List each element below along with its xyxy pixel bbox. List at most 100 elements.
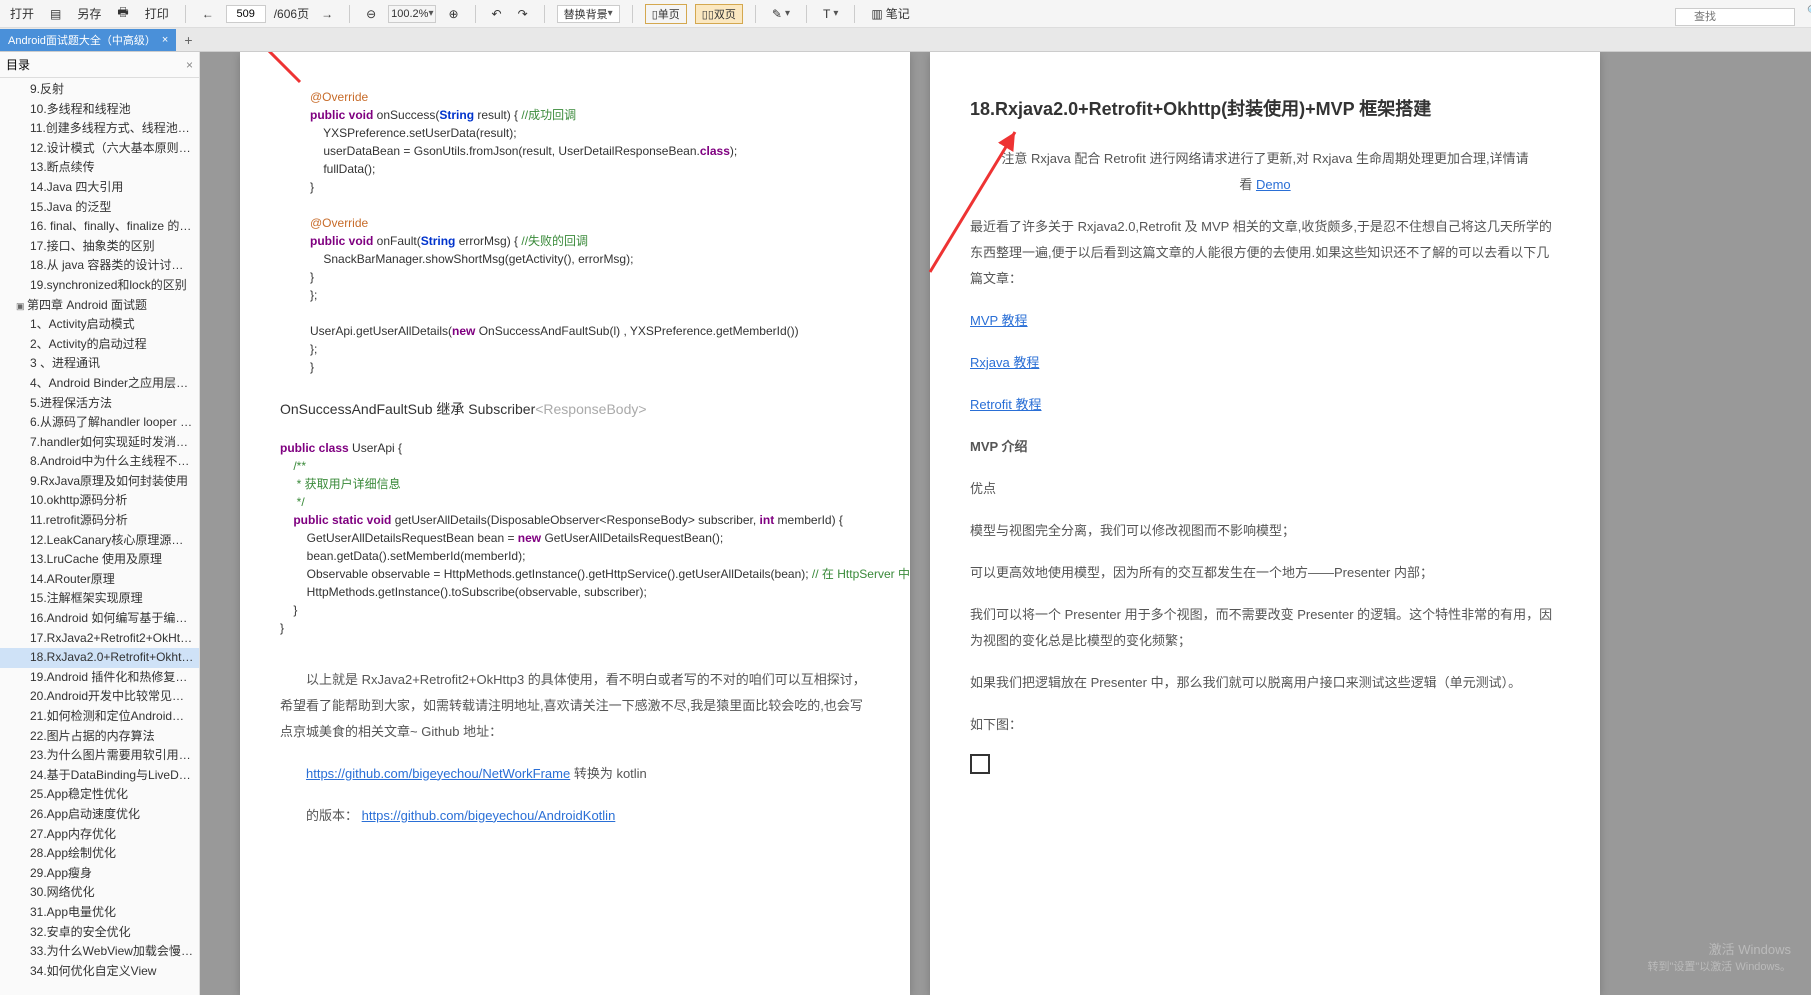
tail-text-2: 的版本： — [306, 808, 358, 823]
open-button[interactable]: 打开 — [6, 3, 38, 24]
toc-item[interactable]: 10.多线程和线程池 — [0, 100, 199, 120]
search-input[interactable] — [1675, 8, 1795, 26]
toc-item[interactable]: 第四章 Android 面试题 — [0, 296, 199, 316]
main-area: 目录 × 9.反射10.多线程和线程池11.创建多线程方式、线程池工作原12.设… — [0, 52, 1811, 995]
toc-item[interactable]: 22.图片占据的内存算法 — [0, 727, 199, 747]
print-button[interactable]: 打印 — [141, 3, 173, 24]
toc-item[interactable]: 31.App电量优化 — [0, 903, 199, 923]
toc-item[interactable]: 30.网络优化 — [0, 883, 199, 903]
mvp-tutorial-link[interactable]: MVP 教程 — [970, 313, 1028, 328]
tab-title: Android面试题大全（中高级） — [8, 32, 156, 48]
toc-item[interactable]: 11.retrofit源码分析 — [0, 511, 199, 531]
toc-item[interactable]: 2、Activity的启动过程 — [0, 335, 199, 355]
advantage-4: 如果我们把逻辑放在 Presenter 中，那么我们就可以脱离用户接口来测试这些… — [970, 670, 1560, 696]
code-block-2: public class UserApi { /** * 获取用户详细信息 */… — [280, 439, 870, 637]
toc-item[interactable]: 3 、进程通讯 — [0, 354, 199, 374]
figure-caption: 如下图： — [970, 712, 1560, 738]
zoom-out-button[interactable]: ⊖ — [362, 5, 380, 23]
toc-item[interactable]: 14.Java 四大引用 — [0, 178, 199, 198]
zoom-in-button[interactable]: ⊕ — [444, 5, 462, 23]
tail-text-1: 转换为 kotlin — [570, 766, 647, 781]
github-link-1[interactable]: https://github.com/bigeyechou/NetWorkFra… — [306, 766, 570, 781]
toc-close-button[interactable]: × — [186, 58, 193, 72]
toc-item[interactable]: 21.如何检测和定位Android内存泄 — [0, 707, 199, 727]
toc-item[interactable]: 4、Android Binder之应用层总结 — [0, 374, 199, 394]
toc-item[interactable]: 24.基于DataBinding与LiveData的 — [0, 766, 199, 786]
toc-item[interactable]: 20.Android开发中比较常见的内存 — [0, 687, 199, 707]
toc-item[interactable]: 8.Android中为什么主线程不会因为 — [0, 452, 199, 472]
toc-item[interactable]: 1、Activity启动模式 — [0, 315, 199, 335]
saveas-button[interactable]: 另存 — [73, 3, 105, 24]
background-select[interactable]: 替换背景 ▾ — [557, 5, 620, 23]
toc-item[interactable]: 12.LeakCanary核心原理源码浅析 — [0, 531, 199, 551]
toc-item[interactable]: 17.接口、抽象类的区别 — [0, 237, 199, 257]
main-toolbar: 打开 ▤ 另存 🖶 打印 ← /606页 → ⊖ 100.2% ▾ ⊕ ↶ ↷ … — [0, 0, 1811, 28]
toc-item[interactable]: 17.RxJava2+Retrofit2+OkHttp3 — [0, 629, 199, 649]
note-button[interactable]: ▥ 笔记 — [867, 3, 913, 24]
toc-item[interactable]: 10.okhttp源码分析 — [0, 491, 199, 511]
page-viewport[interactable]: @Overridepublic void onSuccess(String re… — [200, 52, 1811, 995]
tab-close-button[interactable]: × — [162, 34, 168, 46]
toc-item[interactable]: 19.synchronized和lock的区别 — [0, 276, 199, 296]
page-left: @Overridepublic void onSuccess(String re… — [240, 52, 910, 995]
toc-item[interactable]: 13.LruCache 使用及原理 — [0, 550, 199, 570]
toc-list: 9.反射10.多线程和线程池11.创建多线程方式、线程池工作原12.设计模式（六… — [0, 78, 199, 983]
document-tab[interactable]: Android面试题大全（中高级） × — [0, 29, 176, 51]
retrofit-tutorial-link[interactable]: Retrofit 教程 — [970, 397, 1042, 412]
rotate-right-button[interactable]: ↷ — [514, 5, 532, 23]
toc-item[interactable]: 25.App稳定性优化 — [0, 785, 199, 805]
toc-item[interactable]: 29.App瘦身 — [0, 864, 199, 884]
next-page-button[interactable]: → — [317, 5, 337, 23]
page-right: 18.Rxjava2.0+Retrofit+Okhttp(封装使用)+MVP 框… — [930, 52, 1600, 995]
zoom-select[interactable]: 100.2% ▾ — [388, 5, 436, 23]
rxjava-tutorial-link[interactable]: Rxjava 教程 — [970, 355, 1039, 370]
toc-item[interactable]: 26.App启动速度优化 — [0, 805, 199, 825]
toc-sidebar: 目录 × 9.反射10.多线程和线程池11.创建多线程方式、线程池工作原12.设… — [0, 52, 200, 995]
prev-page-button[interactable]: ← — [198, 5, 218, 23]
toc-item[interactable]: 33.为什么WebView加载会慢呢？ — [0, 942, 199, 962]
toc-title: 目录 — [6, 56, 30, 73]
print-icon[interactable]: 🖶 — [113, 1, 132, 26]
toc-item[interactable]: 15.Java 的泛型 — [0, 198, 199, 218]
toc-item[interactable]: 16. final、finally、finalize 的区别 — [0, 217, 199, 237]
toc-item[interactable]: 11.创建多线程方式、线程池工作原 — [0, 119, 199, 139]
figure-placeholder — [970, 754, 990, 774]
toc-item[interactable]: 9.RxJava原理及如何封装使用 — [0, 472, 199, 492]
toc-item[interactable]: 9.反射 — [0, 80, 199, 100]
toc-item[interactable]: 27.App内存优化 — [0, 825, 199, 845]
subtitle-generic: <ResponseBody> — [535, 401, 646, 417]
toc-item[interactable]: 13.断点续传 — [0, 158, 199, 178]
page-number-input[interactable] — [226, 5, 266, 23]
rotate-left-button[interactable]: ↶ — [488, 5, 506, 23]
github-link-2[interactable]: https://github.com/bigeyechou/AndroidKot… — [362, 808, 616, 823]
toc-item[interactable]: 19.Android 插件化和热修复知识 — [0, 668, 199, 688]
toc-toggle-icon[interactable]: ▤ — [46, 5, 65, 23]
advantages-heading: 优点 — [970, 476, 1560, 502]
single-page-button[interactable]: ▯单页 — [645, 4, 687, 24]
toc-item[interactable]: 6.从源码了解handler looper ,me — [0, 413, 199, 433]
tab-bar: Android面试题大全（中高级） × + — [0, 28, 1811, 52]
text-tool[interactable]: T ▾ — [819, 5, 842, 23]
toc-item[interactable]: 23.为什么图片需要用软引用，MV — [0, 746, 199, 766]
advantage-3: 我们可以将一个 Presenter 用于多个视图，而不需要改变 Presente… — [970, 602, 1560, 654]
toc-item[interactable]: 32.安卓的安全优化 — [0, 923, 199, 943]
toc-item[interactable]: 16.Android 如何编写基于编译时 — [0, 609, 199, 629]
section-heading: 18.Rxjava2.0+Retrofit+Okhttp(封装使用)+MVP 框… — [970, 92, 1560, 126]
toc-item[interactable]: 5.进程保活方法 — [0, 394, 199, 414]
toc-item[interactable]: 18.从 java 容器类的设计讨论抽象 — [0, 256, 199, 276]
toc-item[interactable]: 7.handler如何实现延时发消息pos — [0, 433, 199, 453]
double-page-button[interactable]: ▯▯双页 — [695, 4, 743, 24]
advantage-1: 模型与视图完全分离，我们可以修改视图而不影响模型； — [970, 518, 1560, 544]
windows-watermark: 激活 Windows 转到"设置"以激活 Windows。 — [1648, 941, 1792, 975]
paragraph-recent: 最近看了许多关于 Rxjava2.0,Retrofit 及 MVP 相关的文章,… — [970, 214, 1560, 292]
toc-item[interactable]: 14.ARouter原理 — [0, 570, 199, 590]
page-total-label: /606页 — [274, 5, 309, 22]
tab-add-button[interactable]: + — [176, 29, 200, 51]
toc-item[interactable]: 12.设计模式（六大基本原则、项目 — [0, 139, 199, 159]
toc-item[interactable]: 28.App绘制优化 — [0, 844, 199, 864]
demo-link[interactable]: Demo — [1256, 177, 1291, 192]
toc-item[interactable]: 15.注解框架实现原理 — [0, 589, 199, 609]
toc-item[interactable]: 34.如何优化自定义View — [0, 962, 199, 982]
highlight-tool[interactable]: ✎ ▾ — [768, 5, 794, 23]
toc-item[interactable]: 18.RxJava2.0+Retrofit+Okhttp(封 — [0, 648, 199, 668]
